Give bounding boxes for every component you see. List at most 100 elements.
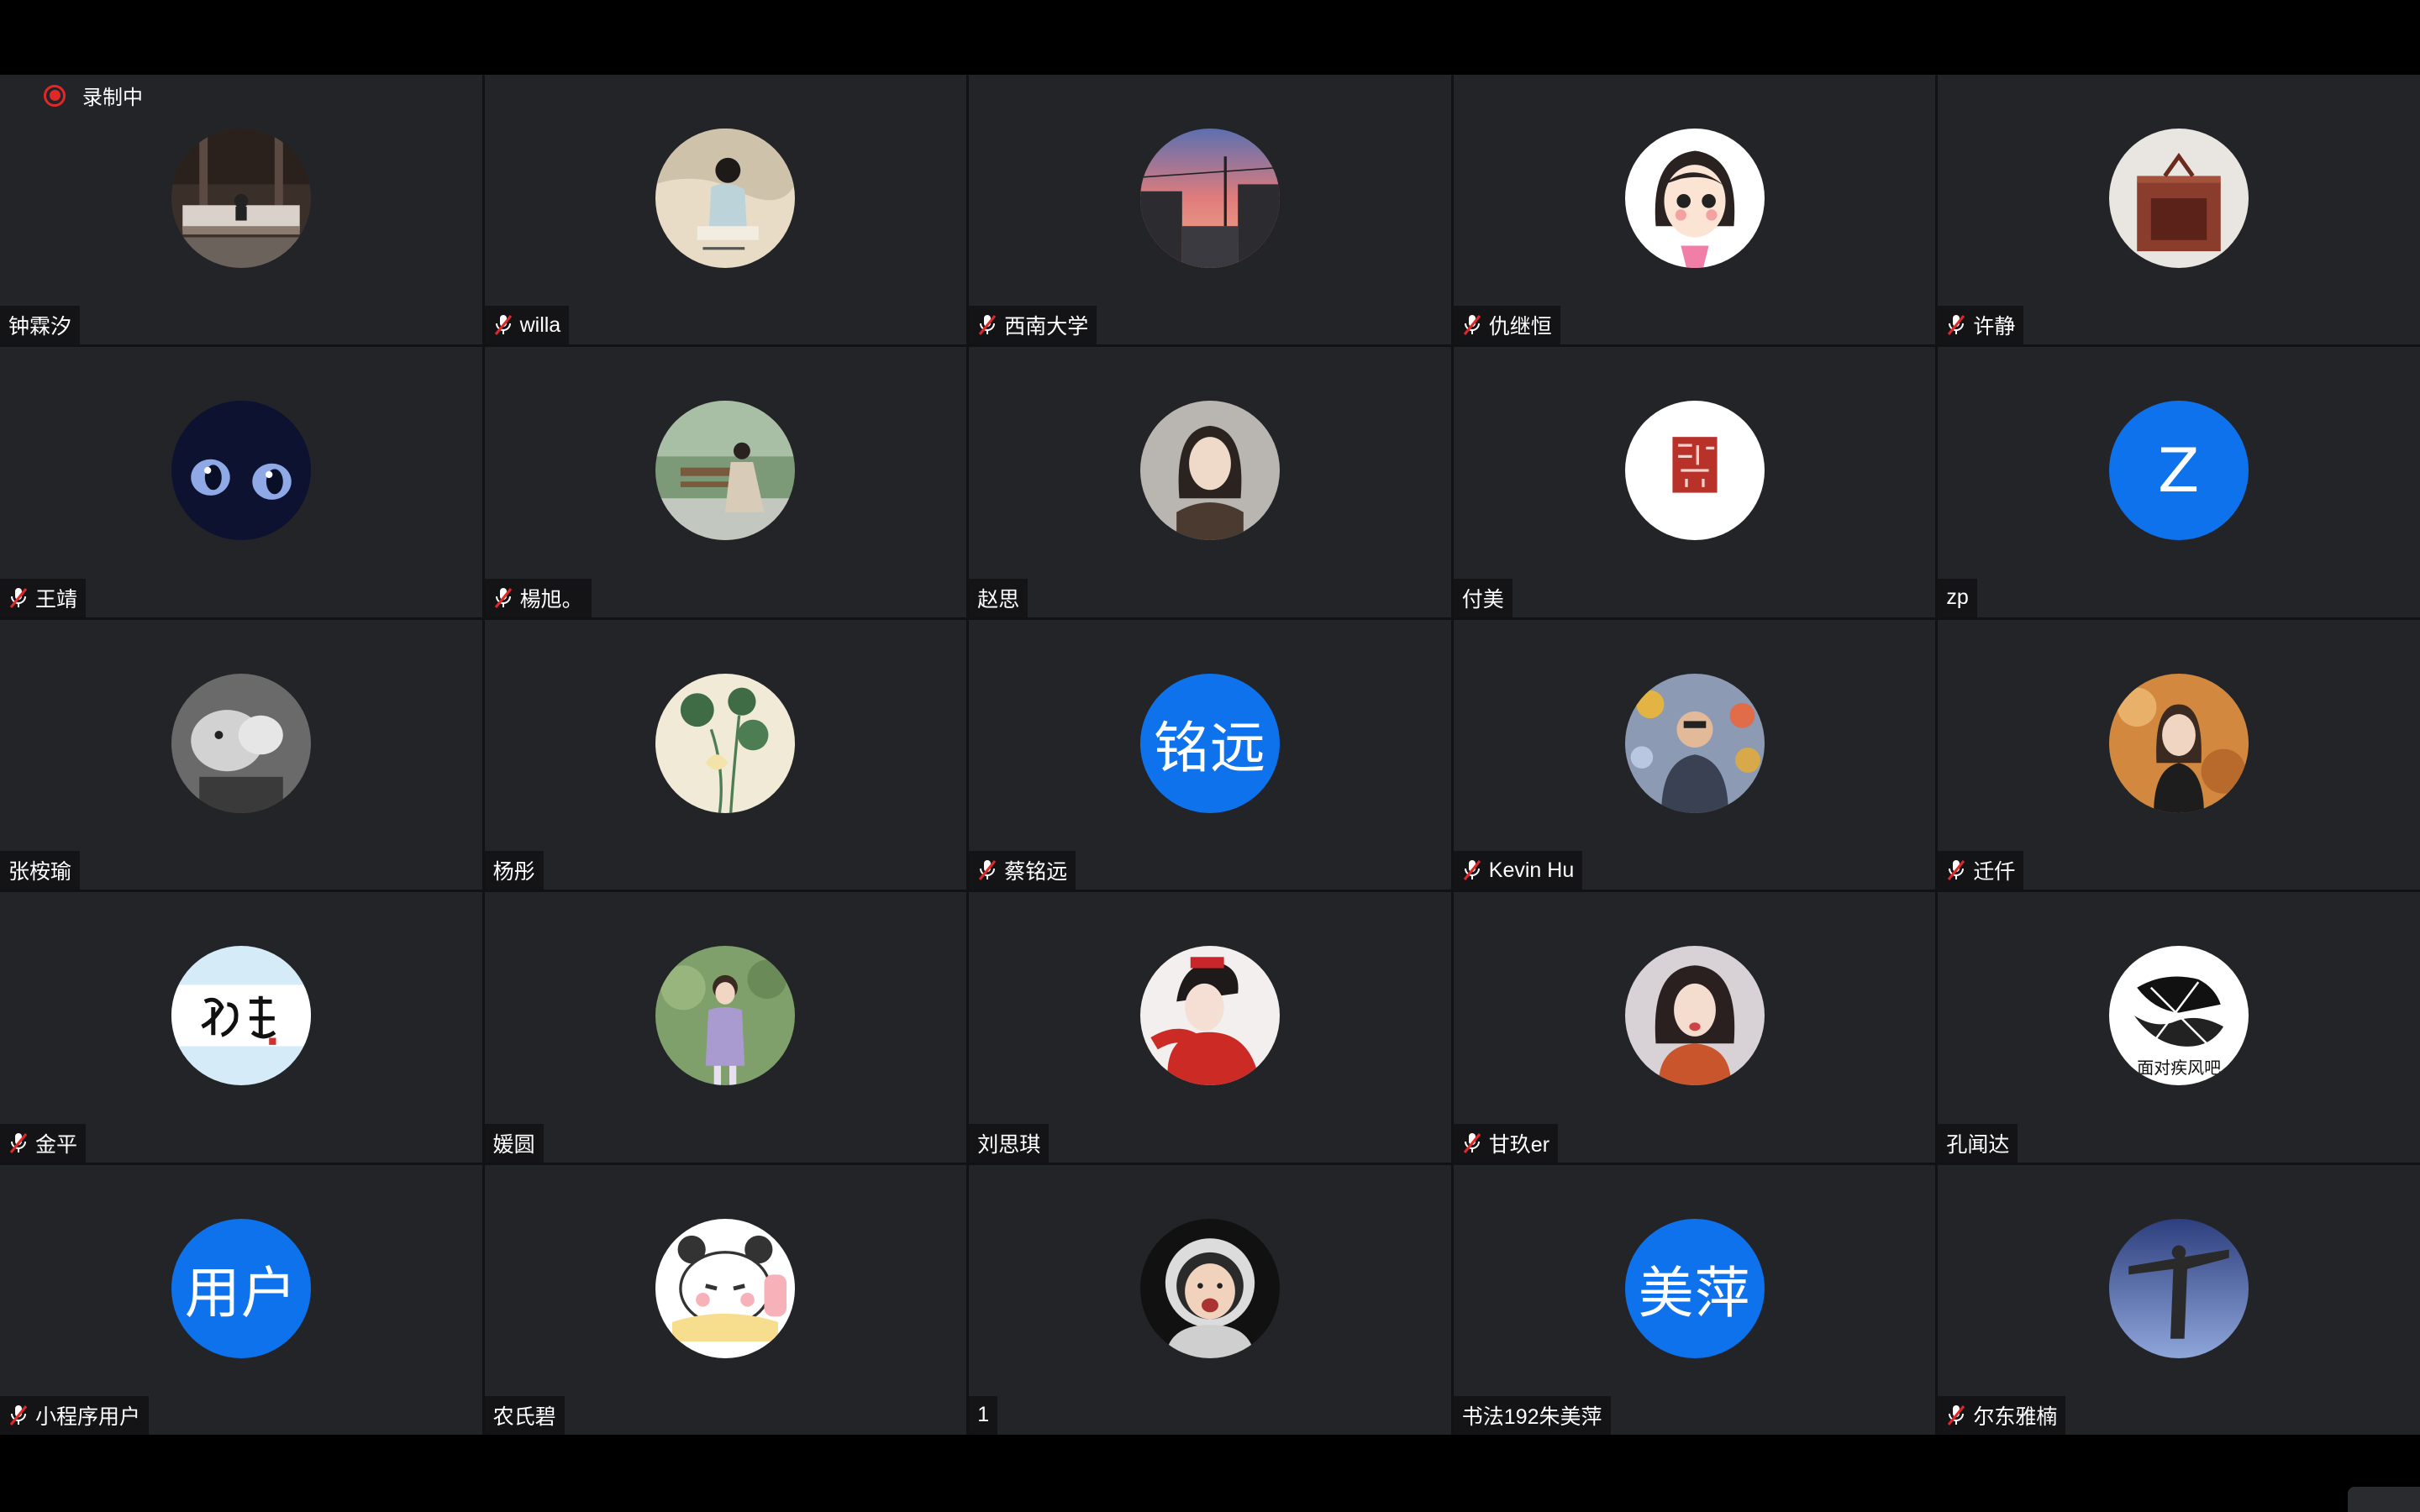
avatar-photo-man-flowers-icon xyxy=(1624,673,1765,813)
avatar-lotus-painting-icon xyxy=(655,673,796,813)
participant-tile[interactable]: 媛圆 xyxy=(484,892,967,1163)
participant-name: zp xyxy=(1946,585,1969,610)
participant-tile[interactable]: 金平 xyxy=(0,892,482,1163)
avatar-initials: 用户 xyxy=(171,1218,311,1358)
mic-off-icon xyxy=(979,315,997,336)
participant-name: 小程序用户 xyxy=(35,1404,141,1429)
name-tag: willa xyxy=(484,306,570,345)
participant-tile[interactable]: willa xyxy=(484,75,967,345)
participant-name: 仇继恒 xyxy=(1488,315,1552,339)
avatar-photo-baby-astronaut-icon xyxy=(1139,1218,1280,1358)
participant-tile[interactable]: 1 xyxy=(969,1164,1451,1435)
participant-tile[interactable]: 钟霖汐 xyxy=(0,75,482,345)
participant-name: 书法192朱美萍 xyxy=(1461,1404,1602,1429)
participant-tile[interactable]: 甘玖er xyxy=(1453,892,1936,1163)
top-bar xyxy=(0,0,2420,75)
avatar xyxy=(171,673,311,813)
name-tag: 刘思琪 xyxy=(969,1123,1050,1163)
avatar-cartoon-bear-icon xyxy=(655,1218,796,1358)
participant-tile[interactable]: 仇继恒 xyxy=(1453,75,1936,345)
avatar xyxy=(1624,946,1765,1086)
participant-tile[interactable]: 刘思琪 xyxy=(969,892,1451,1163)
avatar-photo-woman-painting-icon xyxy=(655,129,796,268)
participant-name: 迁仟 xyxy=(1973,860,2016,885)
name-tag: 农氏碧 xyxy=(484,1395,565,1435)
avatar xyxy=(171,129,311,268)
participant-name: 1 xyxy=(977,1403,990,1427)
avatar xyxy=(655,673,796,813)
participant-tile[interactable]: 付美 xyxy=(1453,347,1936,617)
name-tag: 许静 xyxy=(1938,306,2024,345)
mic-off-icon xyxy=(9,587,28,608)
avatar xyxy=(1139,946,1280,1086)
participant-name: 媛圆 xyxy=(492,1132,535,1157)
name-tag: 蔡铭远 xyxy=(969,851,1076,890)
participant-tile[interactable]: 面对疾风吧 孔闻达 xyxy=(1938,892,2420,1163)
participant-name: 孔闻达 xyxy=(1946,1132,2010,1157)
participant-tile[interactable]: 西南大学 xyxy=(969,75,1451,345)
name-tag: 甘玖er xyxy=(1453,1123,1559,1163)
avatar-photo-woman-autumn-icon xyxy=(2109,673,2249,813)
mic-off-icon xyxy=(1463,315,1481,336)
avatar xyxy=(1139,129,1280,268)
participant-tile[interactable]: 美萍 书法192朱美萍 xyxy=(1453,1164,1936,1435)
participant-name: 刘思琪 xyxy=(977,1132,1041,1157)
name-tag: 付美 xyxy=(1453,578,1512,617)
mic-off-icon xyxy=(9,1404,28,1425)
avatar-cartoon-girl-icon xyxy=(1624,129,1765,268)
name-tag: zp xyxy=(1938,578,1977,617)
name-tag: 楊旭。 xyxy=(484,578,592,617)
name-tag: 钟霖汐 xyxy=(0,306,81,345)
name-tag: Kevin Hu xyxy=(1453,851,1583,890)
participant-tile[interactable]: 楊旭。 xyxy=(484,347,967,617)
participant-name: Kevin Hu xyxy=(1488,858,1575,882)
avatar-photo-bw-sheep-icon xyxy=(171,673,311,813)
avatar-cat-eyes-icon xyxy=(171,401,311,541)
avatar-initials: 铭远 xyxy=(1139,673,1280,813)
participant-grid: 钟霖汐 willa 西南大学 仇继恒 许静 王靖 楊旭。 赵思 付美 Z zp … xyxy=(0,75,2420,1435)
mic-off-icon xyxy=(1948,860,1965,881)
mic-off-icon xyxy=(1463,860,1481,881)
participant-name: willa xyxy=(519,312,561,337)
avatar xyxy=(1139,1218,1280,1358)
participant-name: 尔东雅楠 xyxy=(1973,1404,2058,1429)
avatar xyxy=(655,129,796,268)
avatar-initials: 美萍 xyxy=(1624,1218,1765,1358)
name-tag: 迁仟 xyxy=(1938,851,2024,890)
avatar-photo-furniture-icon xyxy=(2109,129,2249,268)
avatar-photo-woman-red-icon xyxy=(1139,946,1280,1086)
participant-tile[interactable]: 用户 小程序用户 xyxy=(0,1164,482,1435)
participant-tile[interactable]: 铭远 蔡铭远 xyxy=(969,619,1451,890)
avatar-photo-bench-icon xyxy=(655,401,796,541)
avatar xyxy=(655,1218,796,1358)
name-tag: 尔东雅楠 xyxy=(1938,1395,2066,1435)
name-tag: 小程序用户 xyxy=(0,1395,150,1435)
avatar: 面对疾风吧 xyxy=(2109,946,2249,1086)
participant-name: 王靖 xyxy=(35,587,78,612)
avatar-photo-woman-orange-icon xyxy=(1624,946,1765,1086)
name-tag: 1 xyxy=(969,1395,998,1435)
participant-name: 赵思 xyxy=(977,587,1020,612)
name-tag: 赵思 xyxy=(969,578,1028,617)
participant-tile[interactable]: 赵思 xyxy=(969,347,1451,617)
avatar-red-seal-icon xyxy=(1624,401,1765,541)
participant-tile[interactable]: Z zp xyxy=(1938,347,2420,617)
participant-name: 楊旭。 xyxy=(519,587,583,612)
avatar xyxy=(1139,401,1280,541)
participant-tile[interactable]: 农氏碧 xyxy=(484,1164,967,1435)
participant-tile[interactable]: 尔东雅楠 xyxy=(1938,1164,2420,1435)
corner-control[interactable] xyxy=(2348,1487,2420,1512)
mic-off-icon xyxy=(494,587,512,608)
name-tag: 杨彤 xyxy=(484,851,544,890)
participant-name: 甘玖er xyxy=(1488,1132,1550,1157)
participant-tile[interactable]: 张桉瑜 xyxy=(0,619,482,890)
participant-tile[interactable]: 王靖 xyxy=(0,347,482,617)
participant-tile[interactable]: 杨彤 xyxy=(484,619,967,890)
avatar xyxy=(171,946,311,1086)
participant-name: 许静 xyxy=(1973,315,2016,339)
avatar xyxy=(655,401,796,541)
participant-tile[interactable]: Kevin Hu xyxy=(1453,619,1936,890)
avatar-photo-girl-purple-icon xyxy=(655,946,796,1086)
participant-tile[interactable]: 迁仟 xyxy=(1938,619,2420,890)
participant-tile[interactable]: 许静 xyxy=(1938,75,2420,345)
